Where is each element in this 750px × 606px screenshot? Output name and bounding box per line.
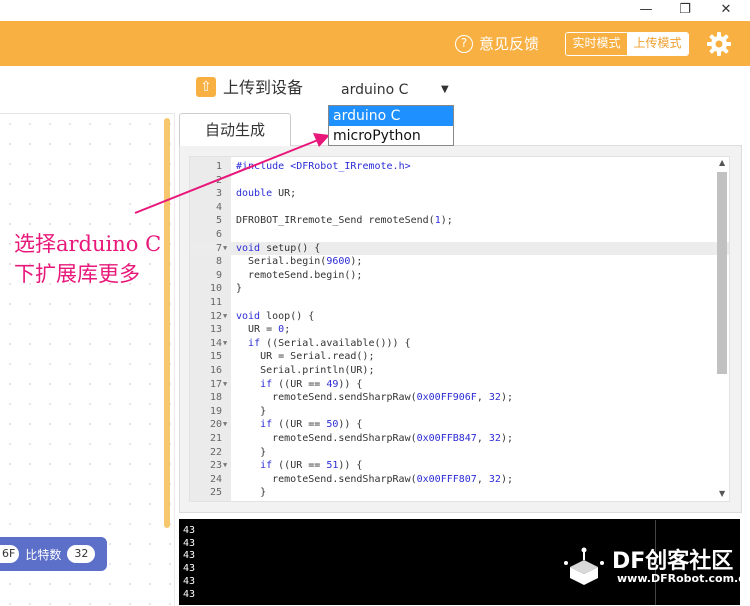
tab-auto-generate[interactable]: 自动生成 (179, 113, 291, 146)
annotation-line-1: 选择arduino C (14, 232, 162, 256)
board-dropdown-list: arduino C microPython (328, 105, 454, 146)
annotation-line-2: 下扩展库更多 (14, 262, 140, 286)
watermark-url: www.DFRobot.com.cn (617, 572, 750, 585)
board-option-arduino-c[interactable]: arduino C (329, 106, 453, 126)
watermark-title: DF创客社区 (612, 549, 734, 574)
dfrobot-logo-icon (564, 547, 604, 585)
board-option-micropython[interactable]: microPython (329, 126, 453, 146)
annotation-arrow (134, 133, 330, 214)
